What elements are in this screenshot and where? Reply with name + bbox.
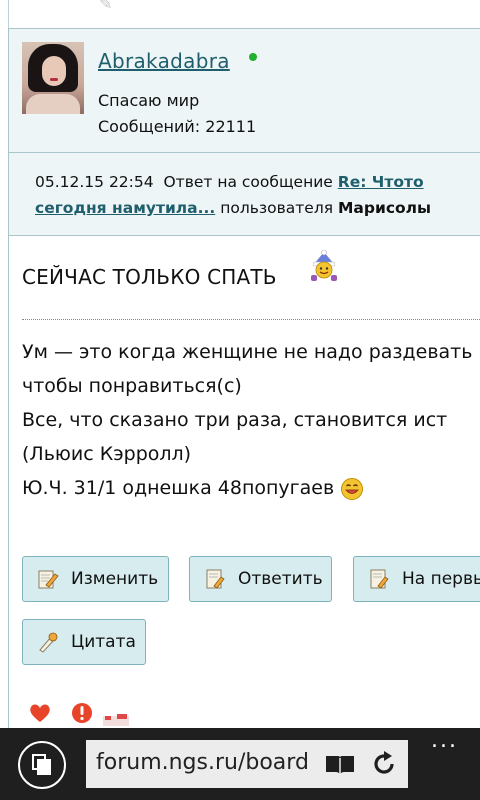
edit-icon bbox=[38, 570, 59, 589]
reply-label: Ответ на сообщение bbox=[163, 173, 333, 191]
first-post-icon bbox=[370, 569, 389, 589]
quote-label: Цитата bbox=[71, 632, 136, 652]
browser-bar: forum.ngs.ru/board ... bbox=[0, 728, 480, 800]
flag-icon[interactable] bbox=[103, 710, 129, 726]
laughing-smiley-icon bbox=[341, 477, 364, 500]
edit-label: Изменить bbox=[71, 569, 159, 589]
quoted-author: Марисолы bbox=[338, 199, 432, 217]
user-status: Спасаю мир bbox=[98, 91, 200, 110]
heart-icon[interactable] bbox=[29, 703, 51, 723]
online-status-icon bbox=[249, 53, 257, 61]
reading-view-icon[interactable] bbox=[324, 754, 356, 776]
post-body: СЕЙЧАС ТОЛЬКО СПАТЬ Ум — это когда женщи… bbox=[8, 236, 480, 728]
post-datetime: 05.12.15 22:54 bbox=[35, 173, 154, 191]
signature-divider bbox=[22, 319, 480, 320]
signature-line-last: Ю.Ч. 31/1 однешка 48попугаев bbox=[22, 471, 472, 505]
forum-page: ✎ Abrakadabra Спасаю мир Сообщений: 2211… bbox=[0, 0, 480, 728]
reply-button[interactable]: Ответить bbox=[189, 556, 332, 602]
edit-button[interactable]: Изменить bbox=[22, 556, 169, 602]
post-meta: 05.12.15 22:54 Ответ на сообщение Re: Чт… bbox=[8, 153, 480, 236]
signature-line: Ю.Ч. 31/1 однешка 48попугаев bbox=[22, 477, 335, 499]
to-first-label: На первы bbox=[402, 569, 480, 589]
quote-button[interactable]: Цитата bbox=[22, 619, 146, 665]
signature: Ум — это когда женщине не надо раздевать… bbox=[22, 335, 472, 505]
avatar[interactable] bbox=[22, 42, 84, 114]
thread-link[interactable]: Re: Чтото bbox=[338, 173, 424, 191]
more-options-button[interactable]: ... bbox=[431, 730, 458, 752]
tabs-button[interactable] bbox=[18, 741, 66, 789]
url-text[interactable]: forum.ngs.ru/board bbox=[96, 750, 308, 775]
reply-label: Ответить bbox=[238, 569, 323, 589]
by-label: пользователя bbox=[220, 199, 334, 217]
user-post-count: Сообщений: 22111 bbox=[98, 117, 257, 136]
signature-line: Все, что сказано три раза, становится ис… bbox=[22, 409, 448, 431]
post-headline: СЕЙЧАС ТОЛЬКО СПАТЬ bbox=[22, 265, 277, 289]
signature-line: (Льюис Кэрролл) bbox=[22, 443, 192, 465]
faded-icon: ✎ bbox=[99, 0, 113, 13]
refresh-icon[interactable] bbox=[370, 750, 398, 778]
address-bar[interactable]: forum.ngs.ru/board bbox=[86, 740, 408, 788]
username-link[interactable]: Abrakadabra bbox=[98, 49, 230, 73]
signature-line: Ум — это когда женщине не надо раздевать bbox=[22, 341, 473, 363]
user-card: Abrakadabra Спасаю мир Сообщений: 22111 bbox=[8, 28, 480, 153]
snowman-smiley-icon bbox=[311, 250, 337, 281]
thread-link-continued[interactable]: сегодня намутила... bbox=[35, 199, 215, 217]
previous-post-edge: ✎ bbox=[8, 0, 480, 28]
reply-icon bbox=[206, 569, 225, 589]
to-first-button[interactable]: На первы bbox=[353, 556, 480, 602]
quote-icon bbox=[39, 632, 58, 653]
alert-icon[interactable] bbox=[71, 702, 93, 724]
signature-line: чтобы понравиться(с) bbox=[22, 375, 242, 397]
